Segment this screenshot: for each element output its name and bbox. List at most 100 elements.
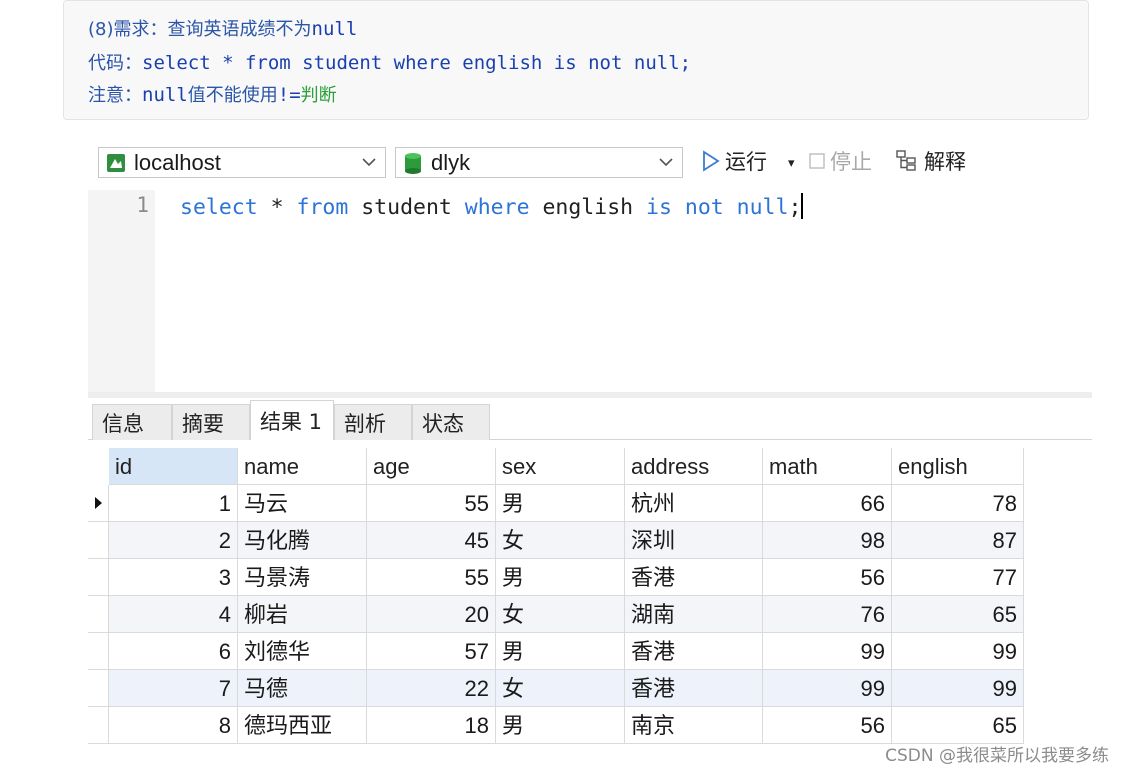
sql-editor[interactable]: 1 select * from student where english is…: [88, 190, 1092, 392]
table-row[interactable]: 1 马云 55 男杭州 66 78: [88, 485, 1024, 522]
table-cell[interactable]: 56: [763, 559, 892, 596]
table-cell[interactable]: 香港: [625, 633, 763, 670]
table-cell[interactable]: 男: [496, 707, 625, 744]
sql-keyword: is: [646, 195, 672, 220]
table-cell[interactable]: 8: [109, 707, 238, 744]
table-cell[interactable]: 56: [763, 707, 892, 744]
column-header-address[interactable]: address: [625, 448, 763, 485]
table-cell[interactable]: 德玛西亚: [238, 707, 367, 744]
table-cell[interactable]: 7: [109, 670, 238, 707]
stop-button[interactable]: 停止: [808, 146, 872, 176]
table-row[interactable]: 3 马景涛 55 男香港 56 77: [88, 559, 1024, 596]
column-header-sex[interactable]: sex: [496, 448, 625, 485]
table-cell[interactable]: 香港: [625, 559, 763, 596]
table-cell[interactable]: 99: [892, 633, 1024, 670]
run-button[interactable]: 运行: [701, 146, 767, 176]
pane-splitter[interactable]: [88, 392, 1092, 398]
row-indicator[interactable]: [88, 670, 109, 707]
note-caution: 注意：null值不能使用!=判断: [88, 81, 337, 107]
table-cell[interactable]: 55: [367, 559, 496, 596]
table-cell[interactable]: 马云: [238, 485, 367, 522]
column-header-id[interactable]: id: [109, 448, 238, 485]
table-cell[interactable]: 刘德华: [238, 633, 367, 670]
table-cell[interactable]: 66: [763, 485, 892, 522]
table-row[interactable]: 6 刘德华 57 男香港 99 99: [88, 633, 1024, 670]
watermark: CSDN @我很菜所以我要多练: [885, 746, 1109, 766]
connection-select[interactable]: localhost: [98, 147, 386, 178]
table-cell[interactable]: 87: [892, 522, 1024, 559]
table-cell[interactable]: 女: [496, 670, 625, 707]
table-cell[interactable]: 57: [367, 633, 496, 670]
table-cell[interactable]: 杭州: [625, 485, 763, 522]
table-cell[interactable]: 99: [892, 670, 1024, 707]
table-cell[interactable]: 女: [496, 596, 625, 633]
table-cell[interactable]: 78: [892, 485, 1024, 522]
table-cell[interactable]: 深圳: [625, 522, 763, 559]
table-cell[interactable]: 98: [763, 522, 892, 559]
table-cell[interactable]: 22: [367, 670, 496, 707]
table-cell[interactable]: 南京: [625, 707, 763, 744]
row-indicator[interactable]: [88, 707, 109, 744]
column-header-age[interactable]: age: [367, 448, 496, 485]
chevron-down-icon[interactable]: [656, 152, 676, 172]
table-cell[interactable]: 1: [109, 485, 238, 522]
row-indicator[interactable]: [88, 596, 109, 633]
table-cell[interactable]: 男: [496, 559, 625, 596]
tab-4[interactable]: 状态: [412, 404, 490, 440]
table-cell[interactable]: 99: [763, 670, 892, 707]
tab-3[interactable]: 剖析: [334, 404, 412, 440]
table-cell[interactable]: 18: [367, 707, 496, 744]
tab-2[interactable]: 结果 1: [250, 400, 334, 440]
table-cell[interactable]: 男: [496, 485, 625, 522]
sql-code-line[interactable]: select * from student where english is n…: [180, 193, 804, 220]
result-tabs: 信息 摘要 结果 1 剖析 状态: [88, 400, 1092, 440]
tab-0[interactable]: 信息: [92, 404, 172, 440]
table-cell[interactable]: 6: [109, 633, 238, 670]
line-number-gutter: 1: [88, 190, 155, 392]
table-cell[interactable]: 20: [367, 596, 496, 633]
table-cell[interactable]: 99: [763, 633, 892, 670]
table-cell[interactable]: 4: [109, 596, 238, 633]
sql-token: student: [348, 195, 465, 220]
explain-label: 解释: [924, 150, 966, 174]
tab-1[interactable]: 摘要: [172, 404, 250, 440]
database-select[interactable]: dlyk: [395, 147, 683, 178]
run-label: 运行: [725, 150, 767, 174]
column-header-name[interactable]: name: [238, 448, 367, 485]
table-cell[interactable]: 女: [496, 522, 625, 559]
table-row[interactable]: 8 德玛西亚 18 男南京 56 65: [88, 707, 1024, 744]
table-cell[interactable]: 男: [496, 633, 625, 670]
table-cell[interactable]: 65: [892, 707, 1024, 744]
table-cell[interactable]: 马景涛: [238, 559, 367, 596]
sql-keyword: null: [736, 195, 789, 220]
table-row[interactable]: 2 马化腾 45 女深圳 98 87: [88, 522, 1024, 559]
line-number: 1: [136, 193, 149, 217]
table-cell[interactable]: 2: [109, 522, 238, 559]
table-row[interactable]: 7 马德 22 女香港 99 99: [88, 670, 1024, 707]
sql-token: ;: [788, 195, 802, 220]
row-indicator[interactable]: [88, 559, 109, 596]
table-cell[interactable]: 湖南: [625, 596, 763, 633]
table-cell[interactable]: 76: [763, 596, 892, 633]
row-indicator[interactable]: [88, 485, 109, 522]
table-cell[interactable]: 55: [367, 485, 496, 522]
query-window: localhost dlyk 运行 ▾ 停止 解释 1 select * fro…: [88, 146, 1092, 764]
chevron-down-icon[interactable]: [359, 152, 379, 172]
table-cell[interactable]: 马德: [238, 670, 367, 707]
table-cell[interactable]: 65: [892, 596, 1024, 633]
table-cell[interactable]: 柳岩: [238, 596, 367, 633]
table-cell[interactable]: 马化腾: [238, 522, 367, 559]
sql-token: *: [257, 195, 297, 220]
row-indicator[interactable]: [88, 522, 109, 559]
table-row[interactable]: 4 柳岩 20 女湖南 76 65: [88, 596, 1024, 633]
explain-button[interactable]: 解释: [896, 146, 966, 176]
query-toolbar: localhost dlyk 运行 ▾ 停止 解释: [88, 146, 1092, 188]
run-dropdown-icon[interactable]: ▾: [788, 148, 795, 178]
column-header-math[interactable]: math: [763, 448, 892, 485]
column-header-english[interactable]: english: [892, 448, 1024, 485]
table-cell[interactable]: 77: [892, 559, 1024, 596]
row-indicator[interactable]: [88, 633, 109, 670]
table-cell[interactable]: 3: [109, 559, 238, 596]
table-cell[interactable]: 香港: [625, 670, 763, 707]
table-cell[interactable]: 45: [367, 522, 496, 559]
